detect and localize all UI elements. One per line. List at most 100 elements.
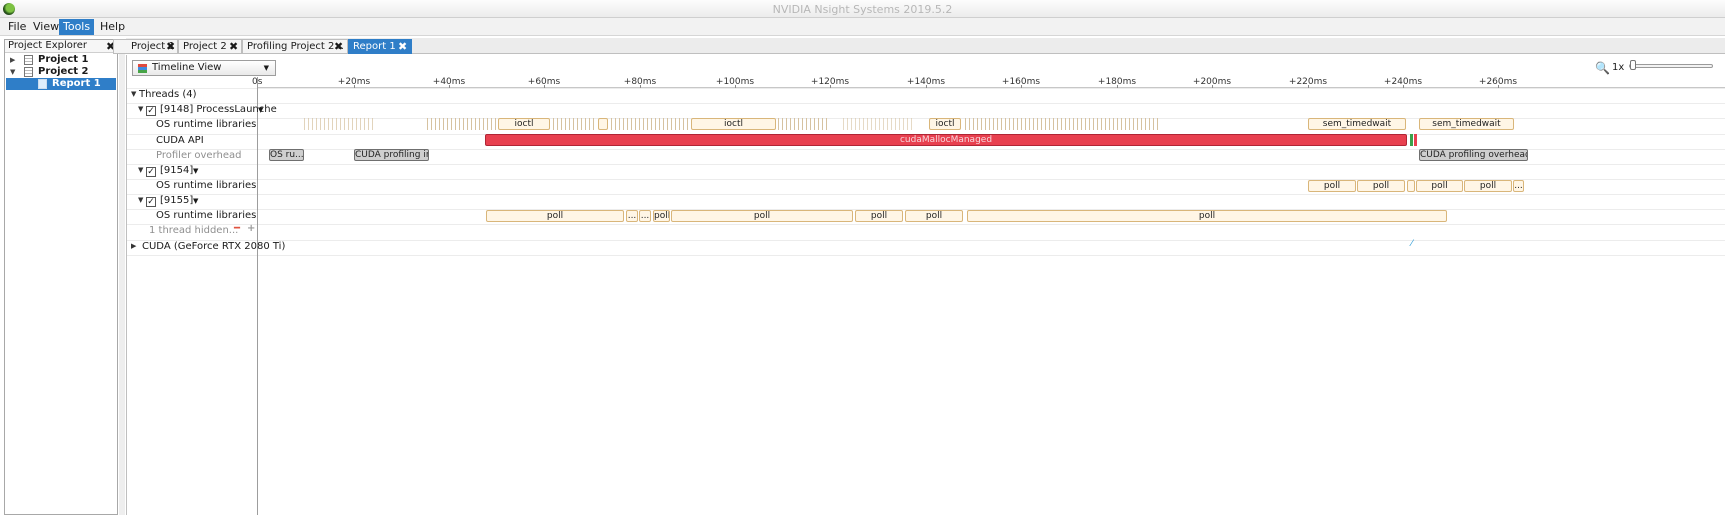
zoom-slider-handle[interactable] [1630, 60, 1636, 70]
chevron-down-icon[interactable]: ▼ [258, 106, 263, 114]
tree-item-label: Project 2 [38, 66, 89, 77]
os-runtime-activity[interactable] [778, 118, 828, 130]
cuda-api-marker[interactable] [1410, 134, 1413, 146]
event-ioctl[interactable]: ioctl [929, 118, 961, 130]
collapse-arrow-icon[interactable]: ▼ [10, 66, 15, 78]
zoom-magnifier-icon[interactable]: 🔍 [1595, 61, 1610, 75]
event-short-call[interactable] [598, 118, 608, 130]
event-cuda-malloc-managed[interactable]: cudaMallocManaged [485, 134, 1407, 146]
collapse-arrow-icon[interactable]: ▼ [138, 105, 143, 113]
cuda-api-label[interactable]: CUDA API [156, 134, 204, 148]
zoom-slider[interactable] [1629, 64, 1713, 68]
timeline-row-labels: ▼ Threads (4) ▼ ✓ [9148] ProcessLaunche … [127, 77, 285, 515]
view-mode-dropdown[interactable]: Timeline View ▼ [132, 60, 276, 76]
project-icon [24, 55, 33, 65]
event-short-call[interactable] [1407, 180, 1415, 192]
tab-label: Profiling Project 2... [247, 41, 344, 52]
event-cuda-profiling-init[interactable]: CUDA profiling in... [354, 149, 429, 161]
tree-item-label: Project 1 [38, 54, 89, 65]
event-os-runtime-overhead[interactable]: OS ru... [269, 149, 304, 161]
os-runtime-activity[interactable] [981, 118, 1161, 130]
plus-icon[interactable]: + [247, 223, 255, 234]
chevron-down-icon: ▼ [263, 64, 269, 72]
document-tabs: Project 1 ✖ Project 2 ✖ Profiling Projec… [113, 38, 1725, 54]
os-runtime-label[interactable]: OS runtime libraries [156, 118, 256, 132]
menu-tools[interactable]: Tools [59, 19, 95, 35]
os-runtime-activity[interactable] [611, 118, 691, 130]
tree-item-project-1[interactable]: ▶ Project 1 [6, 54, 116, 66]
tab-report-1[interactable]: Report 1 ✖ [348, 39, 412, 54]
event-more[interactable]: ... [639, 210, 651, 222]
tab-profiling-project-2[interactable]: Profiling Project 2... ✖ [242, 39, 348, 54]
menu-help[interactable]: Help [96, 19, 129, 35]
zoom-level: 1x [1612, 62, 1625, 73]
chevron-down-icon[interactable]: ▼ [193, 167, 198, 175]
threads-header[interactable]: Threads (4) [139, 88, 197, 102]
os-runtime-activity[interactable] [304, 118, 374, 130]
expand-arrow-icon[interactable]: ▶ [10, 54, 15, 66]
gpu-row-label[interactable]: CUDA (GeForce RTX 2080 Ti) [142, 240, 285, 254]
minus-icon[interactable]: ━ [234, 223, 240, 234]
hidden-threads-label[interactable]: 1 thread hidden... [149, 224, 238, 238]
os-runtime-label[interactable]: OS runtime libraries [156, 179, 256, 193]
project-explorer-panel: Project Explorer ✖ ▶ Project 1 ▼ Project… [4, 39, 118, 515]
os-runtime-label[interactable]: OS runtime libraries [156, 209, 256, 223]
window-title: NVIDIA Nsight Systems 2019.5.2 [772, 3, 953, 16]
event-poll[interactable]: poll [905, 210, 963, 222]
event-ioctl[interactable]: ioctl [691, 118, 776, 130]
tab-label: Project 2 [183, 41, 227, 52]
event-poll[interactable]: poll [855, 210, 903, 222]
tree-item-project-2[interactable]: ▼ Project 2 [6, 66, 116, 78]
report-pane: Timeline View ▼ 🔍 1x 0s +20ms +40ms +60m… [126, 55, 1725, 515]
os-runtime-activity[interactable] [427, 118, 497, 130]
event-poll[interactable]: poll [653, 210, 670, 222]
tab-project-1[interactable]: Project 1 ✖ [113, 39, 178, 54]
profiler-overhead-label[interactable]: Profiler overhead [156, 149, 241, 163]
event-poll[interactable]: poll [1464, 180, 1512, 192]
chevron-down-icon[interactable]: ▼ [193, 197, 198, 205]
thread-9148-checkbox[interactable]: ✓ [146, 106, 156, 116]
thread-9154-label[interactable]: [9154] [160, 164, 193, 178]
event-poll[interactable]: poll [486, 210, 624, 222]
os-runtime-activity[interactable] [843, 118, 913, 130]
menu-file[interactable]: File [4, 19, 30, 35]
close-tab-icon[interactable]: ✖ [166, 41, 175, 52]
menu-bar: File View Tools Help [0, 18, 1725, 36]
event-sem-timedwait[interactable]: sem_timedwait [1419, 118, 1514, 130]
event-poll[interactable]: poll [1308, 180, 1356, 192]
event-sem-timedwait[interactable]: sem_timedwait [1308, 118, 1406, 130]
menu-view[interactable]: View [29, 19, 63, 35]
cuda-api-marker[interactable] [1414, 134, 1417, 146]
tree-item-label: Report 1 [52, 78, 101, 89]
timeline-view-icon [138, 64, 147, 73]
event-ioctl[interactable]: ioctl [498, 118, 550, 130]
event-more[interactable]: ... [626, 210, 638, 222]
project-explorer-title: Project Explorer [8, 40, 88, 51]
nsight-systems-window: NVIDIA Nsight Systems 2019.5.2 File View… [0, 0, 1725, 515]
tree-item-report-1[interactable]: Report 1 [6, 78, 116, 90]
close-tab-icon[interactable]: ✖ [398, 41, 407, 52]
event-poll[interactable]: poll [671, 210, 853, 222]
expand-arrow-icon[interactable]: ▶ [131, 242, 136, 250]
thread-9155-label[interactable]: [9155] [160, 194, 193, 208]
gpu-activity-marker[interactable]: ⁄ [1411, 239, 1413, 249]
collapse-arrow-icon[interactable]: ▼ [138, 196, 143, 204]
thread-9154-checkbox[interactable]: ✓ [146, 167, 156, 177]
panel-splitter[interactable] [119, 39, 125, 515]
tab-project-2[interactable]: Project 2 ✖ [178, 39, 242, 54]
thread-9155-checkbox[interactable]: ✓ [146, 197, 156, 207]
event-poll[interactable]: poll [1357, 180, 1405, 192]
tab-label: Report 1 [353, 41, 396, 52]
close-tab-icon[interactable]: ✖ [229, 41, 238, 52]
collapse-arrow-icon[interactable]: ▼ [138, 166, 143, 174]
close-tab-icon[interactable]: ✖ [334, 41, 343, 52]
event-cuda-profiling-overhead[interactable]: CUDA profiling overhead [1419, 149, 1528, 161]
event-poll[interactable]: poll [1416, 180, 1463, 192]
event-poll[interactable]: poll [967, 210, 1447, 222]
project-icon [24, 67, 33, 77]
event-more[interactable]: ... [1513, 180, 1524, 192]
time-ruler[interactable]: 0s +20ms +40ms +60ms +80ms +100ms +120ms… [252, 77, 1725, 88]
collapse-arrow-icon[interactable]: ▼ [131, 90, 136, 98]
view-mode-label: Timeline View [152, 62, 222, 73]
os-runtime-activity[interactable] [553, 118, 597, 130]
